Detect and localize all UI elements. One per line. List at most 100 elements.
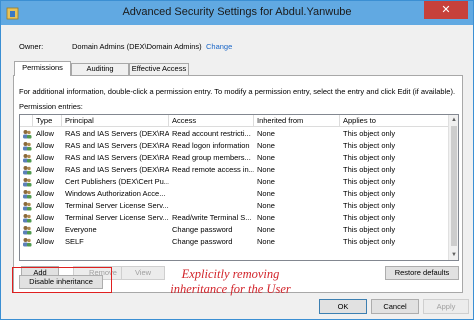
cell-inherited-from: None (257, 177, 275, 186)
cell-applies-to: This object only (343, 141, 396, 150)
advanced-security-settings-window: Advanced Security Settings for Abdul.Yan… (0, 0, 474, 320)
cell-inherited-from: None (257, 129, 275, 138)
permission-entries-list[interactable]: Type Principal Access Inherited from App… (19, 114, 459, 261)
table-row[interactable]: Allow RAS and IAS Servers (DEX\RA... Read … (20, 152, 458, 164)
cell-inherited-from: None (257, 201, 275, 210)
permission-entries-label: Permission entries: (19, 102, 83, 111)
cell-applies-to: This object only (343, 129, 396, 138)
tab-effective-access[interactable]: Effective Access (129, 63, 189, 75)
icon-column-header (20, 115, 33, 127)
cell-access: Read logon information (172, 141, 250, 150)
annotation-highlight-box (12, 267, 112, 293)
owner-value: Domain Admins (DEX\Domain Admins) (72, 42, 202, 51)
window-title: Advanced Security Settings for Abdul.Yan… (122, 6, 352, 18)
cell-access (169, 176, 254, 188)
cell-inherited-from: None (257, 237, 275, 246)
cell-access: Read account restricti... (172, 129, 251, 138)
table-row[interactable]: Allow Terminal Server License Serv... Read… (20, 212, 458, 224)
cell-inherited-from: None (257, 153, 275, 162)
annotation-line-1: Explicitly removing (181, 267, 280, 281)
title-bar[interactable]: Advanced Security Settings for Abdul.Yan… (1, 1, 473, 25)
cell-type: Allow (36, 153, 54, 162)
scroll-thumb[interactable] (451, 126, 457, 246)
table-row[interactable]: Allow Windows Authorization Acce... None Th… (20, 188, 458, 200)
column-header-applies-to[interactable]: Applies to (340, 115, 450, 127)
table-row[interactable]: Allow Cert Publishers (DEX\Cert Pu... None… (20, 176, 458, 188)
cell-access: Change password (172, 225, 233, 234)
cell-access: Change password (172, 237, 233, 246)
restore-defaults-button[interactable]: Restore defaults (385, 266, 459, 280)
cell-applies-to: This object only (343, 189, 396, 198)
cell-principal: Terminal Server License Serv... (65, 201, 169, 210)
cell-type: Allow (36, 141, 54, 150)
users-icon (23, 238, 32, 247)
users-icon (23, 202, 32, 211)
cell-access (169, 188, 254, 200)
cell-inherited-from: None (257, 189, 275, 198)
cell-type: Allow (36, 189, 54, 198)
change-owner-link[interactable]: Change (206, 42, 232, 51)
cell-access (169, 200, 254, 212)
cell-principal: Cert Publishers (DEX\Cert Pu... (65, 177, 169, 186)
table-row[interactable]: Allow RAS and IAS Servers (DEX\RA... Read … (20, 140, 458, 152)
annotation-line-2: inheritance for the User (170, 282, 291, 296)
vertical-scrollbar[interactable]: ▲ ▼ (448, 115, 458, 260)
table-row[interactable]: Allow Everyone Change password None This obj… (20, 224, 458, 236)
info-text: For additional information, double-click… (19, 87, 456, 96)
ok-button[interactable]: OK (319, 299, 367, 314)
scroll-up-icon[interactable]: ▲ (449, 115, 458, 125)
cell-applies-to: This object only (343, 201, 396, 210)
users-icon (23, 178, 32, 187)
cell-access: Read/write Terminal S... (172, 213, 252, 222)
close-button[interactable]: ✕ (424, 1, 468, 19)
apply-button[interactable]: Apply (423, 299, 469, 314)
cell-principal: RAS and IAS Servers (DEX\RA... (65, 141, 169, 150)
cell-type: Allow (36, 129, 54, 138)
cell-type: Allow (36, 237, 54, 246)
cell-principal: SELF (65, 237, 84, 246)
cell-applies-to: This object only (343, 225, 396, 234)
cell-principal: Everyone (65, 225, 97, 234)
cell-inherited-from: None (257, 213, 275, 222)
cell-type: Allow (36, 213, 54, 222)
cell-applies-to: This object only (343, 237, 396, 246)
tab-permissions[interactable]: Permissions (14, 61, 71, 76)
cell-applies-to: This object only (343, 165, 396, 174)
cell-principal: RAS and IAS Servers (DEX\RA... (65, 129, 169, 138)
cell-inherited-from: None (257, 165, 275, 174)
column-header-inherited-from[interactable]: Inherited from (254, 115, 340, 127)
table-row[interactable]: Allow SELF Change password None This object … (20, 236, 458, 248)
cell-applies-to: This object only (343, 177, 396, 186)
scroll-down-icon[interactable]: ▼ (449, 250, 458, 260)
column-header-principal[interactable]: Principal (62, 115, 169, 127)
cell-principal: Terminal Server License Serv... (65, 213, 169, 222)
users-icon (23, 130, 32, 139)
table-row[interactable]: Allow Terminal Server License Serv... None… (20, 200, 458, 212)
cell-principal: Windows Authorization Acce... (65, 189, 166, 198)
tab-auditing[interactable]: Auditing (71, 63, 129, 75)
cell-inherited-from: None (257, 225, 275, 234)
users-icon (23, 166, 32, 175)
cell-principal: RAS and IAS Servers (DEX\RA... (65, 153, 169, 162)
permissions-panel: For additional information, double-click… (13, 75, 463, 293)
cell-type: Allow (36, 177, 54, 186)
cell-access: Read group members... (172, 153, 251, 162)
users-icon (23, 142, 32, 151)
column-header-type[interactable]: Type (33, 115, 62, 127)
owner-label: Owner: (19, 42, 44, 51)
users-icon (23, 226, 32, 235)
users-icon (23, 190, 32, 199)
cell-access: Read remote access in... (172, 165, 254, 174)
users-icon (23, 154, 32, 163)
cell-applies-to: This object only (343, 153, 396, 162)
annotation-text: Explicitly removing inheritance for the … (153, 267, 308, 297)
table-row[interactable]: Allow RAS and IAS Servers (DEX\RA... Read … (20, 164, 458, 176)
cell-inherited-from: None (257, 141, 275, 150)
column-header-access[interactable]: Access (169, 115, 254, 127)
cell-principal: RAS and IAS Servers (DEX\RA... (65, 165, 169, 174)
cell-applies-to: This object only (343, 213, 396, 222)
cancel-button[interactable]: Cancel (371, 299, 419, 314)
users-icon (23, 214, 32, 223)
table-row[interactable]: Allow RAS and IAS Servers (DEX\RA... Read … (20, 128, 458, 140)
cell-type: Allow (36, 225, 54, 234)
